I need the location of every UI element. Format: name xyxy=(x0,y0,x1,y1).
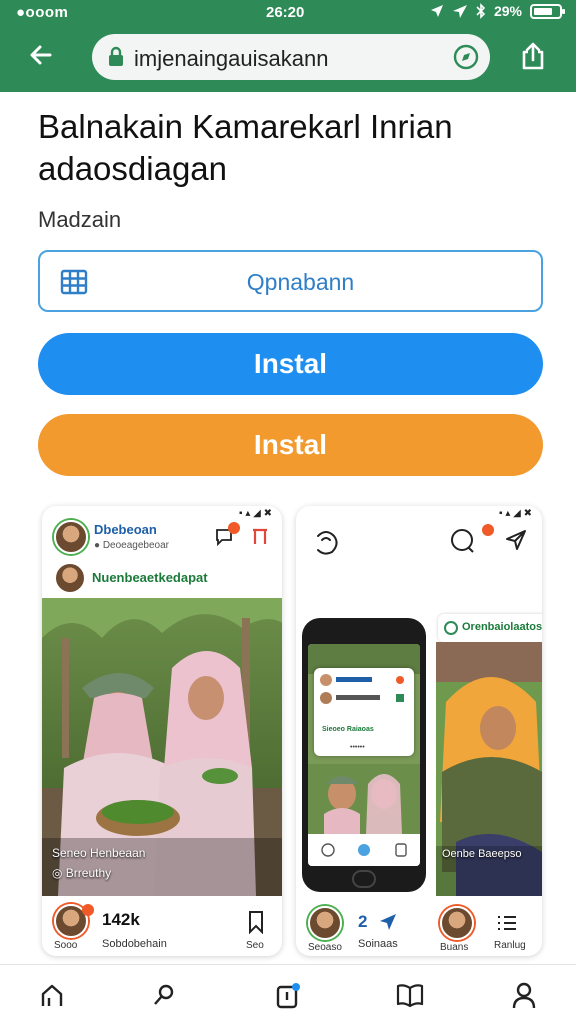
nav-search[interactable] xyxy=(148,979,180,1011)
compass-icon[interactable] xyxy=(452,43,480,71)
url-text: imjenaingauisakann xyxy=(134,46,329,71)
app-logo-icon xyxy=(317,531,338,555)
top-bar: ●ooom 26:20 29% imjenaingauisakann xyxy=(0,0,576,92)
phone-home-button xyxy=(352,870,376,888)
status-right: 29% xyxy=(430,3,565,19)
gift-icon xyxy=(253,528,267,544)
option-field[interactable]: Qpnabann xyxy=(38,250,543,312)
back-button[interactable] xyxy=(24,38,58,72)
phone-mockup: Sieoeo Raiaoas •••••• xyxy=(302,618,426,892)
footer-badge xyxy=(82,904,94,916)
footer-label-3: Ranlug xyxy=(494,940,526,951)
phone-post-card: Sieoeo Raiaoas •••••• xyxy=(314,668,414,756)
list-icon xyxy=(498,916,516,930)
footer-avatar xyxy=(308,906,342,940)
banner-text: Orenbaiolaatos xyxy=(462,621,542,633)
group-banner: Orenbaiolaatos xyxy=(438,614,542,642)
signal-icon xyxy=(452,5,467,18)
profile-icon xyxy=(512,982,536,1009)
footer-label: Sooo xyxy=(54,940,78,951)
nav-library[interactable] xyxy=(394,979,426,1011)
field-text: Qpnabann xyxy=(246,269,355,295)
share-button[interactable] xyxy=(516,38,550,74)
install-button-primary[interactable]: Instal xyxy=(38,333,543,395)
lock-icon xyxy=(109,46,123,66)
phone-screen: Sieoeo Raiaoas •••••• xyxy=(308,644,420,866)
nav-notifications[interactable] xyxy=(272,979,304,1011)
book-icon xyxy=(396,984,424,1008)
group-avatar xyxy=(54,562,86,594)
notification-badge xyxy=(228,522,240,534)
section-label: Madzain xyxy=(38,207,122,232)
install-button-secondary[interactable]: Instal xyxy=(38,414,543,476)
clock: 26:20 xyxy=(266,4,305,21)
battery-percent: 29% xyxy=(493,3,522,19)
photo-location: ◎ Brreuthy xyxy=(52,866,112,880)
group-name: Nuenbeaetkedapat xyxy=(92,570,208,585)
nav-home[interactable] xyxy=(36,979,68,1011)
profile-name: Dbebeoan xyxy=(94,522,157,537)
notification-badge xyxy=(482,524,494,536)
photo-caption: Oenbe Baeepso xyxy=(442,848,522,860)
bottom-navigation xyxy=(0,964,576,1024)
mini-status-bar: ▪ ▴ ◢ ✖ xyxy=(239,508,272,519)
avatar xyxy=(54,520,88,554)
address-bar[interactable]: imjenaingauisakann xyxy=(92,34,490,80)
group-icon xyxy=(444,621,458,635)
footer-avatar-2 xyxy=(440,906,474,940)
battery-icon xyxy=(530,3,565,19)
share-count: 2 xyxy=(358,912,368,931)
send-icon xyxy=(380,914,396,930)
footer-label-2: Buans xyxy=(440,942,469,953)
footer-author: Sobdobehain xyxy=(102,938,167,950)
like-count: 142k xyxy=(102,910,140,929)
phone-card-sub: •••••• xyxy=(350,744,365,751)
mini-status-bar: ▪ ▴ ◢ ✖ xyxy=(499,508,532,519)
page-title: Balnakain Kamarekarl Inrian adaosdiagan xyxy=(38,108,453,187)
notification-icon xyxy=(276,983,300,1009)
footer-label: Seoaso xyxy=(308,942,342,953)
save-label: Seo xyxy=(246,940,264,951)
app-screenshot-left[interactable]: ▪ ▴ ◢ ✖ Dbebeoan ● Deoeagebeoar Nuenbeae… xyxy=(42,506,282,956)
location-icon xyxy=(430,5,443,17)
bluetooth-icon xyxy=(476,3,486,19)
phone-card-rows xyxy=(320,674,404,704)
nav-profile[interactable] xyxy=(508,979,540,1011)
profile-subtitle: ● Deoeagebeoar xyxy=(94,540,169,551)
search-icon xyxy=(154,984,174,1005)
bookmark-icon xyxy=(249,911,263,934)
back-arrow-icon xyxy=(30,45,52,65)
photo-caption: Seneo Henbeaan xyxy=(52,846,146,860)
chat-icon xyxy=(451,529,474,553)
share-icon xyxy=(522,42,544,70)
footer-author: Soinaas xyxy=(358,938,398,950)
app-screenshot-right[interactable]: ▪ ▴ ◢ ✖ Sieoeo Raiaoas •••••• Orenbaiola… xyxy=(296,506,542,956)
send-icon xyxy=(506,530,526,550)
phone-card-title: Sieoeo Raiaoas xyxy=(322,726,374,733)
home-icon xyxy=(41,984,63,1006)
status-bar: ●ooom 26:20 29% xyxy=(0,0,576,26)
carrier-label: ●ooom xyxy=(16,4,69,21)
